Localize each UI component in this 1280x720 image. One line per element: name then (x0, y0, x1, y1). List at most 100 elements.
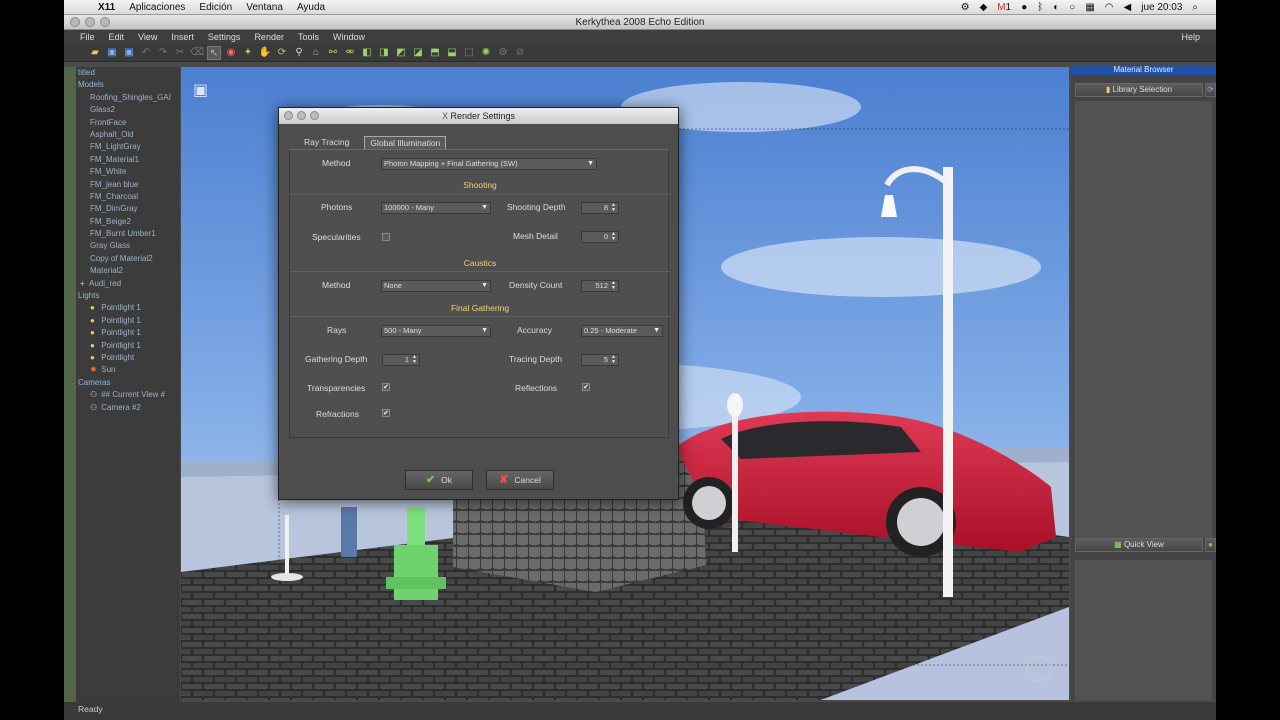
tab-ray-tracing[interactable]: Ray Tracing (299, 136, 354, 150)
tree-camera-item[interactable]: ⚇ ## Current View # (76, 389, 180, 401)
close-button[interactable] (70, 17, 80, 27)
rotate-icon[interactable]: ⟳ (275, 46, 289, 60)
mesh-detail-spinner[interactable]: 0 ▲ ▼ (581, 231, 619, 243)
tree-cameras-header[interactable]: Cameras (76, 377, 180, 389)
tree-light-item[interactable]: ● Pointlight 1 (76, 340, 180, 352)
camera-icon[interactable]: ⚯ (326, 46, 340, 60)
zoom-button[interactable] (100, 17, 110, 27)
dialog-minimize-button[interactable] (297, 111, 306, 120)
tree-model-item[interactable]: FM_Material1 (76, 154, 180, 166)
fit-view-icon[interactable]: ⬚ (462, 46, 476, 60)
menu-help[interactable]: Help (1181, 32, 1200, 42)
tree-light-item[interactable]: ✹ Sun (76, 364, 180, 376)
minimize-button[interactable] (85, 17, 95, 27)
menu-ayuda[interactable]: Ayuda (297, 2, 325, 13)
transparencies-checkbox[interactable]: ✔ (382, 383, 390, 391)
menu-window[interactable]: Window (333, 32, 365, 42)
tree-model-item[interactable]: FM_jean blue (76, 179, 180, 191)
method-select[interactable]: Photon Mapping + Final Gathering (SW) ▼ (381, 158, 597, 170)
tree-model-expandable[interactable]: + Audi_red (76, 278, 180, 290)
tree-light-item[interactable]: ● Pointlight 1 (76, 327, 180, 339)
spinner-arrows-icon[interactable]: ▲ ▼ (610, 355, 617, 365)
wifi-icon[interactable]: ◠ (1105, 2, 1114, 13)
tree-model-item[interactable]: FM_LightGray (76, 141, 180, 153)
tree-model-item[interactable]: FM_DimGray (76, 203, 180, 215)
viewport-camera-icon[interactable]: ▣ (193, 80, 208, 99)
spinner-arrows-icon[interactable]: ▲ ▼ (610, 203, 617, 213)
home-icon[interactable]: ⌂ (309, 46, 323, 60)
tree-light-item[interactable]: ● Pointlight (76, 352, 180, 364)
menu-aplicaciones[interactable]: Aplicaciones (129, 2, 185, 13)
dialog-close-button[interactable] (284, 111, 293, 120)
expand-plus-icon[interactable]: + (80, 278, 89, 290)
tree-light-item[interactable]: ● Pointlight 1 (76, 302, 180, 314)
cancel-button[interactable]: ✘ Cancel (486, 470, 554, 490)
stop-icon[interactable]: ⊘ (513, 46, 527, 60)
menu-settings[interactable]: Settings (208, 32, 241, 42)
tree-model-item[interactable]: Roofing_Shingles_GAI (76, 92, 180, 104)
dropbox-icon[interactable]: ◆ (980, 2, 988, 13)
ok-button[interactable]: ✔ Ok (405, 470, 473, 490)
menu-insert[interactable]: Insert (171, 32, 194, 42)
shooting-depth-spinner[interactable]: 8 ▲ ▼ (581, 202, 619, 214)
shading-icon[interactable]: ✺ (479, 46, 493, 60)
view-right-icon[interactable]: ◪ (411, 46, 425, 60)
save-icon[interactable]: ▣ (105, 46, 119, 60)
reflections-checkbox[interactable]: ✔ (582, 383, 590, 391)
light-icon[interactable]: ✦ (241, 46, 255, 60)
spinner-arrows-icon[interactable]: ▲ ▼ (610, 281, 617, 291)
open-icon[interactable]: ▰ (88, 46, 102, 60)
refractions-checkbox[interactable]: ✔ (382, 409, 390, 417)
redo-icon[interactable]: ↷ (156, 46, 170, 60)
settings-icon[interactable]: ⚙ (496, 46, 510, 60)
menu-edicion[interactable]: Edición (199, 2, 232, 13)
material-list[interactable] (1075, 101, 1212, 538)
record-icon[interactable]: ● (1021, 2, 1027, 13)
tree-camera-item[interactable]: ⚇ Camera #2 (76, 402, 180, 414)
spotlight-icon[interactable]: ⌕ (1192, 2, 1198, 13)
spinner-arrows-icon[interactable]: ▲ ▼ (411, 355, 418, 365)
view-back-icon[interactable]: ◨ (377, 46, 391, 60)
pan-icon[interactable]: ✋ (258, 46, 272, 60)
tree-root[interactable]: titled (76, 67, 180, 79)
spaces-icon[interactable]: ▦ (1085, 2, 1094, 13)
tree-model-item[interactable]: FM_Charcoal (76, 191, 180, 203)
tree-model-item[interactable]: Gray Glass (76, 240, 180, 252)
tree-models-header[interactable]: Models (76, 79, 180, 91)
tree-model-item[interactable]: FM_White (76, 166, 180, 178)
tree-model-item[interactable]: Material2 (76, 265, 180, 277)
view-front-icon[interactable]: ◧ (360, 46, 374, 60)
view-left-icon[interactable]: ◩ (394, 46, 408, 60)
library-selection-button[interactable]: ▮ Library Selection (1075, 83, 1203, 97)
tree-model-item[interactable]: Copy of Material2 (76, 253, 180, 265)
tree-model-item[interactable]: Glass2 (76, 104, 180, 116)
quick-view-button[interactable]: ▦ Quick View (1075, 538, 1203, 552)
save-all-icon[interactable]: ▣ (122, 46, 136, 60)
tree-model-item[interactable]: Asphalt_Old (76, 129, 180, 141)
apple-icon[interactable] (76, 1, 90, 13)
dialog-zoom-button[interactable] (310, 111, 319, 120)
sync-icon[interactable]: ◐ (1053, 2, 1059, 13)
density-count-spinner[interactable]: 512 ▲ ▼ (581, 280, 619, 292)
gathering-depth-spinner[interactable]: 1 ▲ ▼ (382, 354, 420, 366)
skype-icon[interactable]: ⚙ (961, 2, 970, 13)
cut-icon[interactable]: ✂ (173, 46, 187, 60)
render-icon[interactable]: ◉ (224, 46, 238, 60)
zoom-icon[interactable]: ⚲ (292, 46, 306, 60)
delete-icon[interactable]: ⌫ (190, 46, 204, 60)
view-top-icon[interactable]: ⬒ (428, 46, 442, 60)
menu-view[interactable]: View (138, 32, 157, 42)
tree-model-item[interactable]: FM_Burnt Umber1 (76, 228, 180, 240)
scene-tree[interactable]: titled Models Roofing_Shingles_GAI Glass… (76, 67, 180, 703)
tree-model-item[interactable]: FM_Beige2 (76, 216, 180, 228)
specularities-checkbox[interactable] (382, 233, 390, 241)
volume-icon[interactable]: ◀ (1124, 2, 1132, 13)
tab-global-illumination[interactable]: Global Illumination (364, 136, 447, 150)
menu-ventana[interactable]: Ventana (246, 2, 283, 13)
menu-render[interactable]: Render (254, 32, 284, 42)
refresh-icon[interactable]: ⟳ (1205, 83, 1216, 97)
tree-model-item[interactable]: FrontFace (76, 117, 180, 129)
menu-app-x11[interactable]: X11 (98, 2, 115, 13)
view-bottom-icon[interactable]: ⬓ (445, 46, 459, 60)
bluetooth-icon[interactable]: ᛒ (1037, 2, 1043, 13)
